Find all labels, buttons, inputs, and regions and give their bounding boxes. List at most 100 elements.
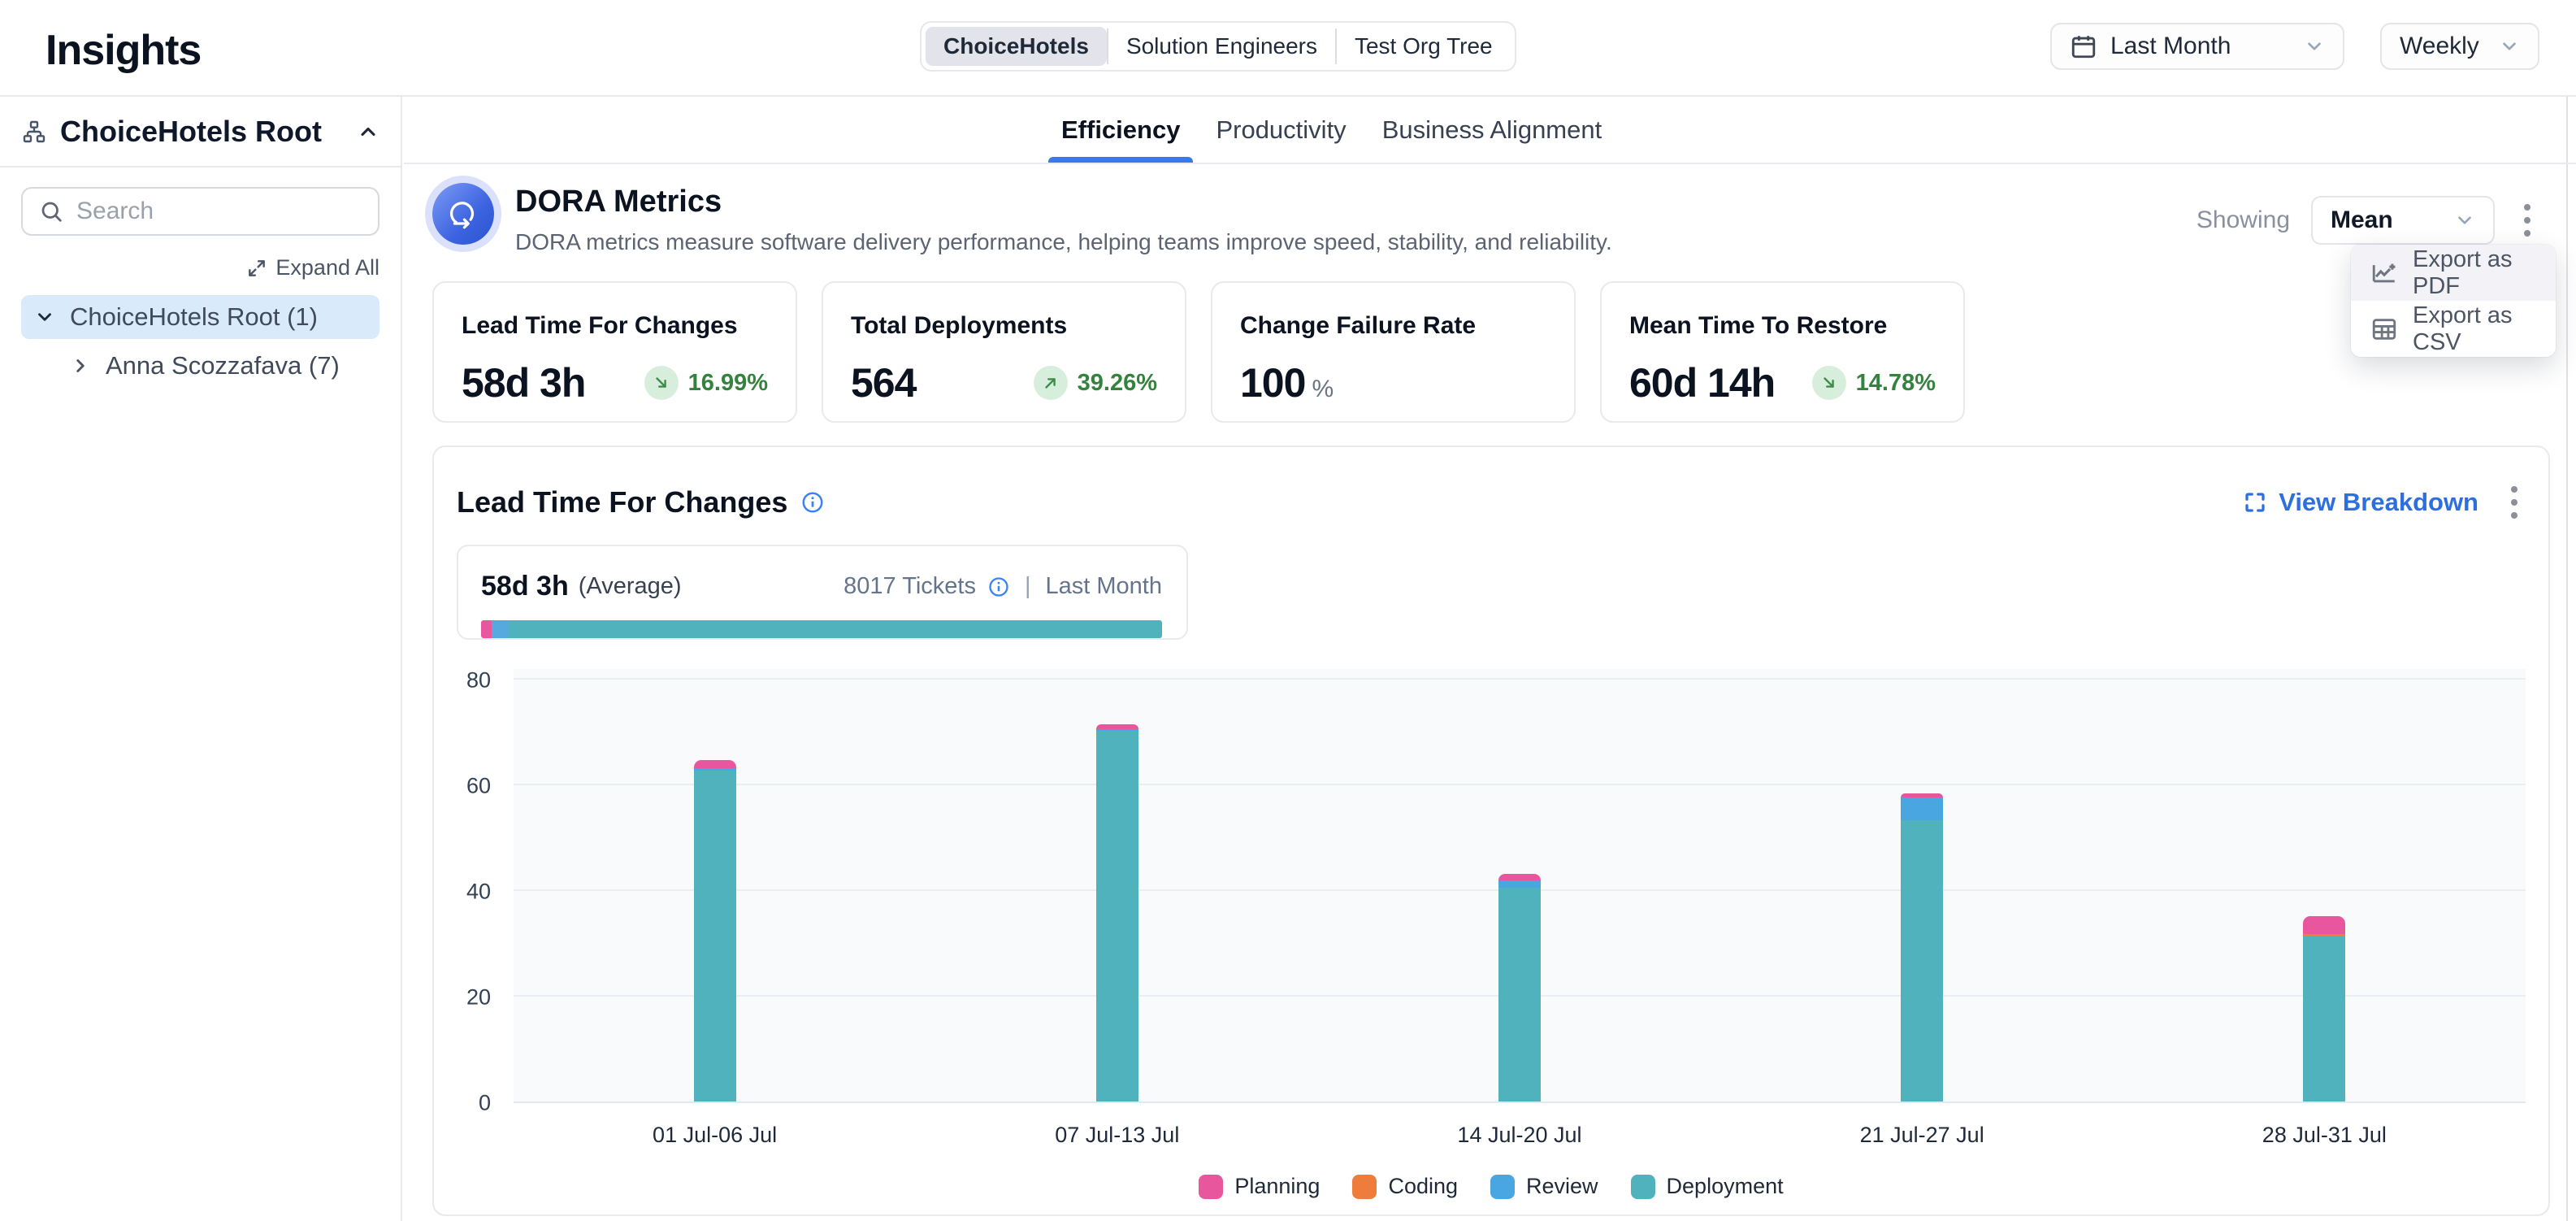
expand-all-label: Expand All (275, 255, 379, 280)
bar-segment-review (1498, 880, 1541, 888)
x-axis-labels: 01 Jul-06 Jul07 Jul-13 Jul14 Jul-20 Jul2… (514, 1123, 2526, 1148)
search-icon (39, 199, 63, 224)
dora-controls: Showing Mean (2197, 196, 2539, 245)
stacked-bar-3[interactable] (1498, 874, 1541, 1102)
tree-item-label: ChoiceHotels Root (1) (70, 302, 318, 332)
chart-kebab-menu-button[interactable] (2503, 480, 2526, 525)
info-icon[interactable] (800, 490, 825, 515)
export-csv-menu-item[interactable]: Export as CSV (2351, 301, 2556, 357)
bar-segment-deployment (1096, 731, 1138, 1102)
tab-productivity[interactable]: Productivity (1214, 97, 1347, 163)
expand-all-button[interactable]: Expand All (0, 255, 379, 280)
date-range-select[interactable]: Last Month (2050, 23, 2344, 70)
metric-value: 100% (1240, 359, 1333, 406)
metric-value: 564 (851, 359, 916, 406)
dora-kebab-menu-button[interactable] (2516, 198, 2539, 243)
collapse-sidebar-icon[interactable] (357, 120, 379, 143)
average-suffix: (Average) (579, 573, 682, 600)
trend-up-icon (1034, 366, 1068, 400)
export-menu: Export as PDF Export as CSV (2351, 245, 2556, 357)
chart-legend: Planning Coding Review Deployment (457, 1174, 2526, 1199)
bar-column (2123, 669, 2526, 1102)
tab-business-alignment[interactable]: Business Alignment (1381, 97, 1604, 163)
metric-value: 60d 14h (1629, 359, 1775, 406)
bar-segment-deployment (694, 771, 736, 1102)
summary-period: Last Month (1046, 573, 1162, 600)
tree-item-label: Anna Scozzafava (7) (106, 351, 340, 380)
search-input[interactable] (76, 198, 362, 225)
date-range-value: Last Month (2110, 33, 2231, 60)
stacked-bar-1[interactable] (694, 760, 736, 1102)
bar-column (1721, 669, 2123, 1102)
bar-segment-deployment (2303, 936, 2345, 1102)
export-pdf-menu-item[interactable]: Export as PDF (2351, 245, 2556, 301)
metric-title: Mean Time To Restore (1629, 312, 1936, 340)
org-tab-test-org-tree[interactable]: Test Org Tree (1337, 27, 1511, 66)
average-summary-card: 58d 3h (Average) 8017 Tickets | Last Mon… (457, 545, 1188, 640)
x-tick-label: 01 Jul-06 Jul (514, 1123, 916, 1148)
trend-badge: 39.26% (1034, 366, 1157, 400)
tab-label: Efficiency (1061, 115, 1180, 145)
trend-badge: 14.78% (1812, 366, 1936, 400)
metric-card-mean-time-to-restore: Mean Time To Restore 60d 14h 14.78% (1600, 281, 1965, 423)
legend-item-coding[interactable]: Coding (1352, 1174, 1458, 1199)
y-tick-label: 40 (466, 880, 491, 905)
chevron-down-icon[interactable] (34, 306, 55, 328)
legend-label: Planning (1234, 1174, 1320, 1199)
stacked-bar-2[interactable] (1096, 724, 1138, 1102)
org-tab-solution-engineers[interactable]: Solution Engineers (1108, 27, 1335, 66)
chart-export-icon (2370, 259, 2398, 287)
dora-cycle-icon (432, 183, 494, 245)
trend-value: 16.99% (688, 370, 768, 397)
tab-efficiency[interactable]: Efficiency (1060, 97, 1182, 163)
granularity-select[interactable]: Weekly (2380, 23, 2539, 70)
legend-item-planning[interactable]: Planning (1199, 1174, 1320, 1199)
x-tick-label: 28 Jul-31 Jul (2123, 1123, 2526, 1148)
view-breakdown-label: View Breakdown (2279, 488, 2478, 517)
expand-all-icon (246, 258, 267, 279)
tickets-count: 8017 Tickets (843, 573, 976, 600)
metric-card-total-deployments: Total Deployments 564 39.26% (822, 281, 1186, 423)
tree-item-child[interactable]: Anna Scozzafava (7) (21, 344, 379, 388)
trend-badge: 16.99% (644, 366, 768, 400)
legend-label: Coding (1388, 1174, 1458, 1199)
legend-label: Review (1526, 1174, 1598, 1199)
x-tick-label: 21 Jul-27 Jul (1721, 1123, 2123, 1148)
dora-title: DORA Metrics (515, 185, 1612, 219)
legend-item-review[interactable]: Review (1490, 1174, 1598, 1199)
scrollbar[interactable] (2566, 97, 2568, 1221)
top-header: Insights ChoiceHotels Solution Engineers… (0, 0, 2576, 97)
stacked-bar-5[interactable] (2303, 916, 2345, 1102)
metric-title: Change Failure Rate (1240, 312, 1546, 340)
legend-label: Deployment (1667, 1174, 1784, 1199)
legend-swatch (1199, 1175, 1223, 1199)
legend-item-deployment[interactable]: Deployment (1631, 1174, 1784, 1199)
org-tab-choicehotels[interactable]: ChoiceHotels (926, 27, 1107, 66)
chevron-down-icon (2454, 210, 2475, 231)
y-axis: 020406080 (457, 669, 514, 1103)
bar-column (916, 669, 1318, 1102)
metric-value: 58d 3h (462, 359, 585, 406)
phase-distribution-bar (481, 620, 1162, 638)
sidebar-header: ChoiceHotels Root (0, 97, 401, 167)
stacked-bar-4[interactable] (1901, 793, 1943, 1102)
dora-header: DORA Metrics DORA metrics measure softwa… (432, 183, 1612, 255)
info-icon[interactable] (987, 576, 1010, 598)
search-box (21, 187, 379, 236)
showing-select[interactable]: Mean (2311, 196, 2495, 245)
bar-segment-planning (2303, 916, 2345, 934)
trend-down-icon (644, 366, 679, 400)
showing-value: Mean (2331, 206, 2393, 234)
metric-card-change-failure-rate: Change Failure Rate 100% (1211, 281, 1576, 423)
chevron-right-icon[interactable] (70, 355, 91, 376)
tab-label: Business Alignment (1382, 115, 1602, 145)
lead-time-chart-card: Lead Time For Changes View Breakdown (432, 445, 2550, 1216)
legend-swatch (1490, 1175, 1515, 1199)
tree-item-root[interactable]: ChoiceHotels Root (1) (21, 295, 379, 339)
bar-segment-review (1901, 797, 1943, 820)
plot-area (514, 669, 2526, 1103)
dora-description: DORA metrics measure software delivery p… (515, 229, 1612, 255)
legend-swatch (1631, 1175, 1655, 1199)
sidebar: ChoiceHotels Root Expand All ChoiceHotel… (0, 97, 402, 1221)
view-breakdown-button[interactable]: View Breakdown (2243, 488, 2478, 517)
